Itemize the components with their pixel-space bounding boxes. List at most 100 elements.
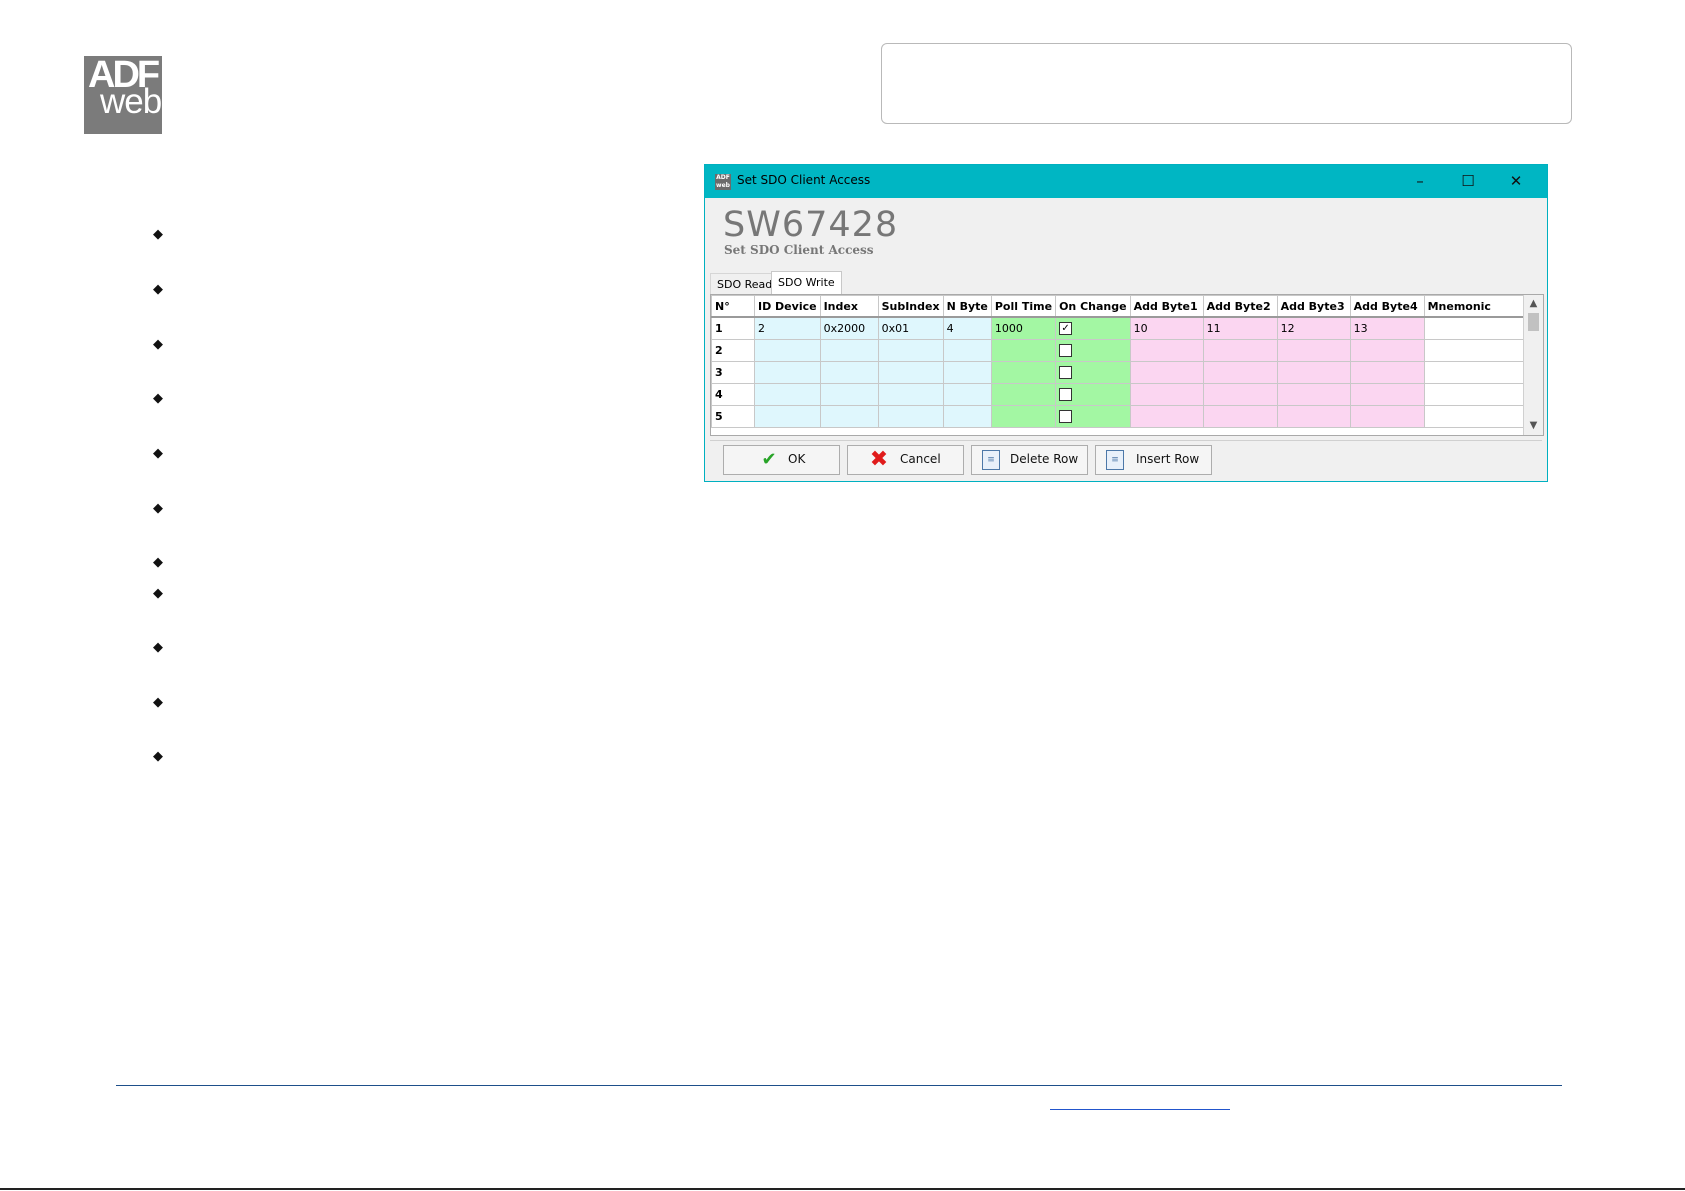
cancel-button-label: Cancel <box>900 452 941 466</box>
on-change-checkbox[interactable] <box>1059 388 1073 402</box>
poll-time-cell[interactable] <box>990 383 1057 406</box>
add-byte4-cell[interactable] <box>1349 383 1425 406</box>
row-number[interactable]: 4 <box>711 383 755 406</box>
subindex-cell[interactable]: 0x01 <box>877 316 944 340</box>
id-device-cell[interactable] <box>754 361 821 384</box>
id-device-cell[interactable] <box>754 339 821 362</box>
add-byte2-cell[interactable] <box>1202 405 1278 428</box>
on-change-checkbox[interactable]: ✓ <box>1059 322 1073 336</box>
column-header[interactable]: Poll Time <box>990 295 1057 318</box>
on-change-checkbox[interactable] <box>1059 410 1073 424</box>
on-change-checkbox[interactable] <box>1059 344 1073 358</box>
column-header[interactable]: Mnemonic <box>1423 295 1526 318</box>
index-cell[interactable]: 0x2000 <box>819 316 879 340</box>
mnemonic-cell[interactable] <box>1423 361 1526 384</box>
add-byte3-cell[interactable] <box>1276 383 1351 406</box>
poll-time-cell[interactable]: 1000 <box>990 316 1057 340</box>
add-byte4-cell[interactable] <box>1349 361 1425 384</box>
n-byte-cell[interactable] <box>942 339 992 362</box>
insert-row-button[interactable]: ≡ Insert Row <box>1095 445 1212 475</box>
poll-time-cell[interactable] <box>990 361 1057 384</box>
table-row: 1 2 0x2000 0x01 4 1000 ✓ 10 11 12 13 <box>711 316 1526 340</box>
diamond-bullet-icon: ◆ <box>153 749 163 764</box>
index-cell[interactable] <box>819 405 879 428</box>
mnemonic-cell[interactable] <box>1423 339 1526 362</box>
add-byte1-cell[interactable] <box>1129 405 1204 428</box>
diamond-bullet-icon: ◆ <box>153 695 163 710</box>
product-code-heading: SW67428 <box>723 205 899 245</box>
id-device-cell[interactable] <box>754 405 821 428</box>
n-byte-cell[interactable] <box>942 383 992 406</box>
poll-time-cell[interactable] <box>990 339 1057 362</box>
footer-link[interactable] <box>1050 1109 1230 1110</box>
mnemonic-cell[interactable] <box>1423 383 1526 406</box>
column-header[interactable]: Add Byte2 <box>1202 295 1278 318</box>
column-header[interactable]: Add Byte1 <box>1129 295 1204 318</box>
add-byte2-cell[interactable] <box>1202 383 1278 406</box>
table-header-row: N° ID Device Index SubIndex N Byte Poll … <box>711 295 1526 318</box>
row-number[interactable]: 1 <box>711 316 755 340</box>
column-header[interactable]: SubIndex <box>877 295 944 318</box>
add-byte1-cell[interactable] <box>1129 361 1204 384</box>
on-change-checkbox[interactable] <box>1059 366 1073 380</box>
add-byte2-cell[interactable] <box>1202 339 1278 362</box>
column-header[interactable]: Add Byte4 <box>1349 295 1425 318</box>
n-byte-cell[interactable]: 4 <box>942 316 992 340</box>
poll-time-cell[interactable] <box>990 405 1057 428</box>
add-byte3-cell[interactable] <box>1276 339 1351 362</box>
column-header[interactable]: On Change <box>1055 295 1131 318</box>
window-title: Set SDO Client Access <box>737 173 871 187</box>
column-header[interactable]: N Byte <box>942 295 992 318</box>
add-byte3-cell[interactable]: 12 <box>1276 316 1351 340</box>
tab-sdo-read[interactable]: SDO Read <box>710 273 780 294</box>
add-byte1-cell[interactable] <box>1129 383 1204 406</box>
scroll-up-icon[interactable]: ▲ <box>1524 295 1543 312</box>
add-byte2-cell[interactable] <box>1202 361 1278 384</box>
ok-button[interactable]: ✔ OK <box>723 445 840 475</box>
delete-row-button[interactable]: ≡ Delete Row <box>971 445 1088 475</box>
column-header[interactable]: N° <box>711 295 755 318</box>
n-byte-cell[interactable] <box>942 405 992 428</box>
add-byte4-cell[interactable] <box>1349 339 1425 362</box>
add-byte1-cell[interactable]: 10 <box>1129 316 1204 340</box>
subindex-cell[interactable] <box>877 339 944 362</box>
add-byte3-cell[interactable] <box>1276 405 1351 428</box>
cancel-button[interactable]: ✖ Cancel <box>847 445 964 475</box>
row-number[interactable]: 5 <box>711 405 755 428</box>
window-titlebar[interactable]: ADF web Set SDO Client Access – ☐ ✕ <box>705 165 1547 198</box>
subindex-cell[interactable] <box>877 405 944 428</box>
mnemonic-cell[interactable] <box>1423 316 1526 340</box>
add-byte4-cell[interactable] <box>1349 405 1425 428</box>
tab-sdo-write[interactable]: SDO Write <box>771 271 842 294</box>
row-number[interactable]: 2 <box>711 339 755 362</box>
vertical-scrollbar[interactable]: ▲ ▼ <box>1523 295 1543 435</box>
id-device-cell[interactable] <box>754 383 821 406</box>
subindex-cell[interactable] <box>877 361 944 384</box>
scrollbar-thumb[interactable] <box>1528 313 1539 331</box>
row-number[interactable]: 3 <box>711 361 755 384</box>
add-byte4-cell[interactable]: 13 <box>1349 316 1425 340</box>
n-byte-cell[interactable] <box>942 361 992 384</box>
index-cell[interactable] <box>819 383 879 406</box>
maximize-button[interactable]: ☐ <box>1451 169 1485 193</box>
mnemonic-cell[interactable] <box>1423 405 1526 428</box>
column-header[interactable]: Index <box>819 295 879 318</box>
column-header[interactable]: Add Byte3 <box>1276 295 1351 318</box>
diamond-bullet-icon: ◆ <box>153 446 163 461</box>
delete-row-icon: ≡ <box>982 450 1000 470</box>
minimize-button[interactable]: – <box>1403 169 1437 193</box>
diamond-bullet-icon: ◆ <box>153 555 163 570</box>
scroll-down-icon[interactable]: ▼ <box>1524 417 1543 434</box>
add-byte2-cell[interactable]: 11 <box>1202 316 1278 340</box>
index-cell[interactable] <box>819 361 879 384</box>
close-button[interactable]: ✕ <box>1499 169 1533 193</box>
subindex-cell[interactable] <box>877 383 944 406</box>
diamond-bullet-icon: ◆ <box>153 227 163 242</box>
column-header[interactable]: ID Device <box>754 295 821 318</box>
add-byte3-cell[interactable] <box>1276 361 1351 384</box>
add-byte1-cell[interactable] <box>1129 339 1204 362</box>
diamond-bullet-icon: ◆ <box>153 501 163 516</box>
ok-button-label: OK <box>788 452 806 466</box>
index-cell[interactable] <box>819 339 879 362</box>
id-device-cell[interactable]: 2 <box>754 316 821 340</box>
